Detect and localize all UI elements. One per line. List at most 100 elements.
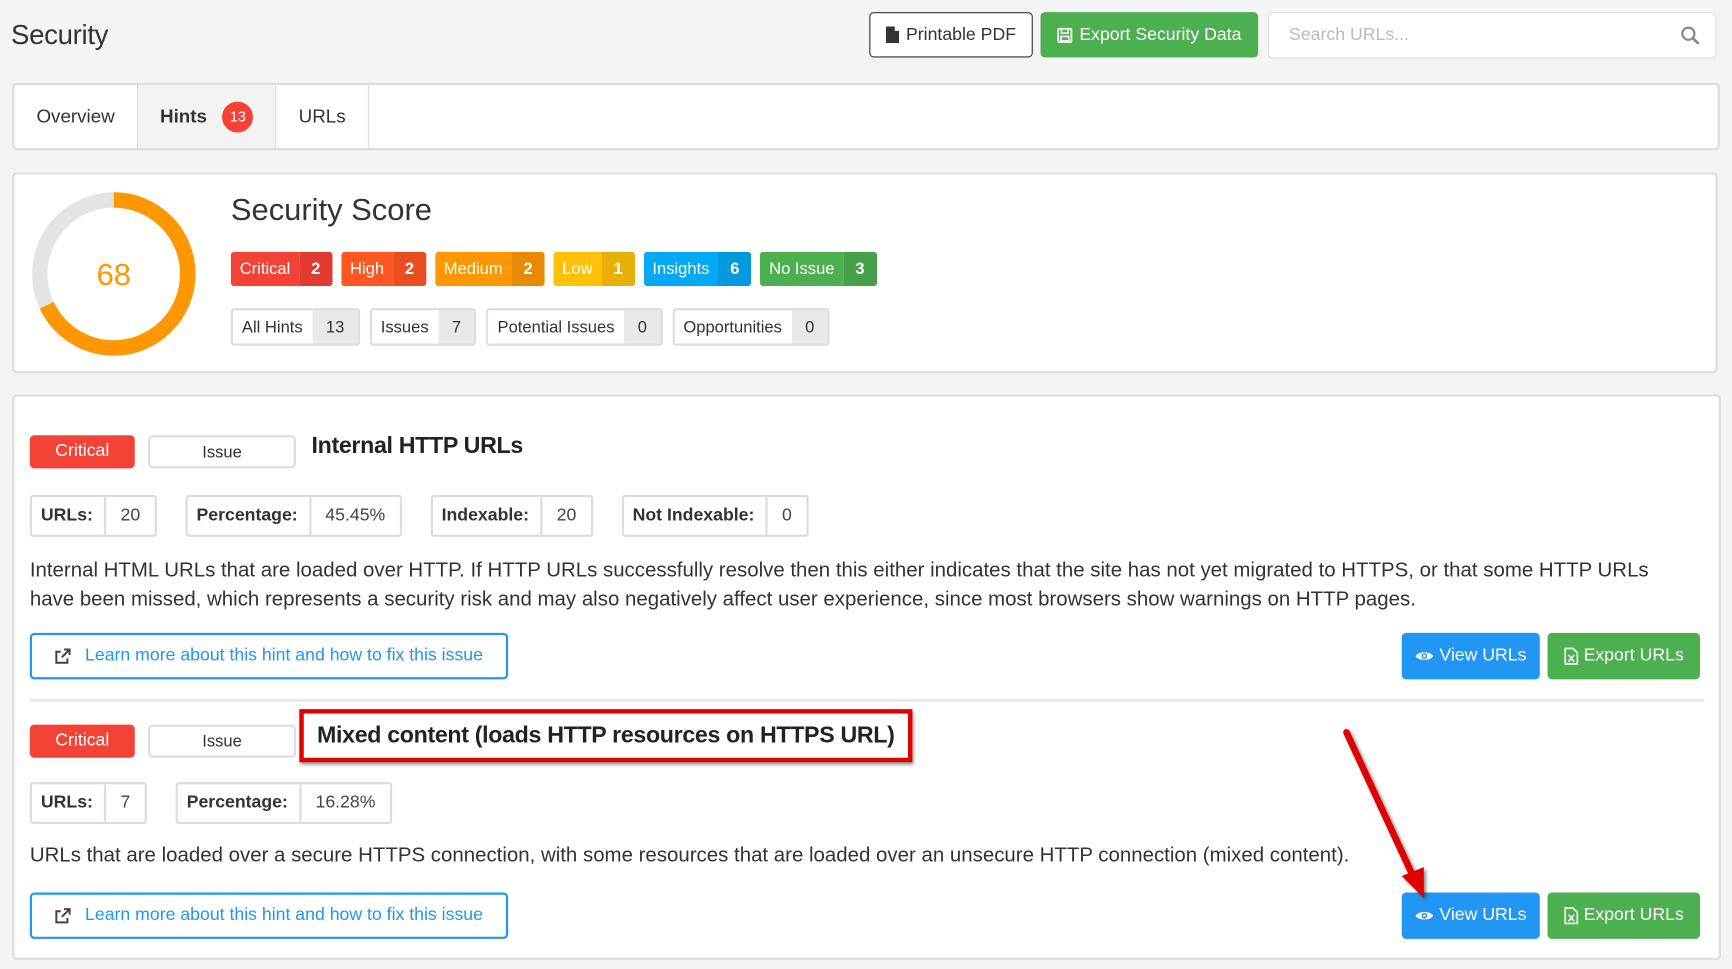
stat-percentage: Percentage: 45.45% — [185, 494, 402, 537]
count-label: All Hints — [233, 310, 313, 344]
stat-value: 16.28% — [315, 793, 376, 812]
stat-key: Not Indexable: — [624, 497, 768, 535]
hint-divider — [29, 699, 1705, 702]
hint-title: Internal HTTP URLs — [311, 433, 523, 459]
severity-label: High — [341, 251, 393, 287]
severity-count: 2 — [392, 251, 427, 287]
tab-hints-label: Hints — [160, 105, 207, 127]
file-icon — [886, 26, 900, 44]
eye-icon — [1415, 652, 1434, 660]
severity-label: Medium — [434, 251, 512, 287]
stat-key: Indexable: — [433, 497, 543, 535]
export-urls-button[interactable]: Export URLs — [1547, 632, 1700, 680]
severity-badge: Critical — [29, 435, 135, 469]
hints-count-badge: 13 — [222, 101, 254, 132]
export-urls-label: Export URLs — [1583, 905, 1684, 925]
search-box[interactable] — [1268, 12, 1717, 59]
hint-title-highlighted: Mixed content (loads HTTP resources on H… — [299, 709, 913, 763]
stat-key: Percentage: — [178, 784, 302, 822]
severity-label: No Issue — [760, 251, 844, 287]
learn-more-link[interactable]: Learn more about this hint and how to fi… — [29, 632, 509, 680]
severity-count: 2 — [299, 251, 333, 287]
stat-value: 20 — [120, 505, 141, 525]
security-score-card: 68 Security Score Critical 2 High 2 Medium 2 L… — [12, 172, 1718, 374]
tab-urls-label: URLs — [298, 105, 346, 127]
export-security-data-label: Export Security Data — [1079, 24, 1242, 44]
view-urls-label: View URLs — [1439, 905, 1527, 925]
hints-list: Critical Issue Internal HTTP URLs URLs: 2… — [12, 394, 1721, 960]
count-filter-potential-issues[interactable]: Potential Issues 0 — [486, 308, 663, 346]
count-label: Potential Issues — [488, 310, 625, 344]
learn-more-label: Learn more about this hint and how to fi… — [85, 905, 483, 925]
eye-icon — [1415, 911, 1434, 920]
view-urls-button[interactable]: View URLs — [1401, 892, 1540, 939]
tab-overview-label: Overview — [36, 105, 115, 127]
tab-bar: Overview Hints 13 URLs — [12, 82, 1720, 151]
export-security-data-button[interactable]: Export Security Data — [1040, 12, 1259, 58]
file-excel-icon — [1563, 647, 1578, 665]
stat-value: 7 — [120, 793, 131, 812]
severity-filter-insights[interactable]: Insights 6 — [643, 251, 752, 287]
count-value: 13 — [312, 310, 358, 344]
stat-not-indexable: Not Indexable: 0 — [621, 494, 809, 537]
stat-key: URLs: — [32, 784, 107, 822]
tab-hints[interactable]: Hints 13 — [137, 85, 277, 149]
count-filter-all-hints[interactable]: All Hints 13 — [230, 308, 360, 346]
printable-pdf-label: Printable PDF — [905, 24, 1017, 44]
export-urls-button[interactable]: Export URLs — [1547, 892, 1700, 939]
security-page: Security Printable PDF Export Security D… — [0, 0, 1732, 969]
stat-value: 0 — [781, 505, 792, 525]
hint-count-filters: All Hints 13 Issues 7 Potential Issues 0 Oppor… — [230, 308, 830, 346]
view-urls-button[interactable]: View URLs — [1401, 632, 1540, 680]
severity-filter-critical[interactable]: Critical 2 — [230, 251, 333, 287]
stat-urls: URLs: 20 — [29, 494, 157, 537]
severity-count: 3 — [843, 251, 877, 287]
severity-count: 2 — [511, 251, 545, 287]
hint-description: Internal HTML URLs that are loaded over … — [29, 557, 1649, 610]
stat-percentage: Percentage: 16.28% — [175, 782, 392, 825]
hint-description: URLs that are loaded over a secure HTTPS… — [29, 842, 1350, 867]
severity-label: Insights — [643, 251, 719, 287]
export-urls-label: Export URLs — [1583, 646, 1684, 665]
count-label: Opportunities — [674, 310, 792, 344]
stat-value: 20 — [556, 505, 577, 525]
severity-label: Low — [553, 251, 602, 287]
severity-badge: Critical — [29, 724, 135, 758]
count-filter-issues[interactable]: Issues 7 — [369, 308, 477, 346]
stat-key: Percentage: — [188, 497, 311, 535]
hint-stats: URLs: 20 Percentage: 45.45% Indexable: 20 N… — [29, 494, 837, 537]
search-input[interactable] — [1286, 24, 1667, 47]
hint-type-badge: Issue — [148, 435, 297, 469]
score-gauge: 68 — [32, 192, 196, 356]
count-value: 0 — [624, 310, 661, 344]
severity-label: Critical — [230, 251, 300, 287]
hint-stats: URLs: 7 Percentage: 16.28% — [29, 782, 421, 825]
learn-more-label: Learn more about this hint and how to fi… — [85, 646, 483, 665]
severity-filter-medium[interactable]: Medium 2 — [434, 251, 545, 287]
severity-count: 6 — [718, 251, 752, 287]
count-value: 7 — [438, 310, 475, 344]
learn-more-link[interactable]: Learn more about this hint and how to fi… — [29, 892, 509, 939]
severity-filter-low[interactable]: Low 1 — [553, 251, 635, 287]
external-link-icon — [55, 648, 71, 664]
stat-indexable: Indexable: 20 — [430, 494, 593, 537]
page-title: Security — [11, 19, 109, 51]
file-excel-icon — [1563, 907, 1578, 925]
search-icon[interactable] — [1680, 25, 1700, 45]
count-value: 0 — [791, 310, 828, 344]
severity-count: 1 — [601, 251, 635, 287]
view-urls-label: View URLs — [1439, 646, 1527, 665]
severity-filter-high[interactable]: High 2 — [341, 251, 427, 287]
tab-urls[interactable]: URLs — [277, 85, 369, 149]
stat-urls: URLs: 7 — [29, 782, 147, 825]
count-filter-opportunities[interactable]: Opportunities 0 — [672, 308, 830, 346]
count-label: Issues — [371, 310, 439, 344]
severity-filter-no-issue[interactable]: No Issue 3 — [760, 251, 877, 287]
stat-value: 45.45% — [325, 505, 386, 525]
external-link-icon — [55, 908, 71, 924]
score-value: 68 — [97, 257, 131, 292]
printable-pdf-button[interactable]: Printable PDF — [869, 12, 1033, 58]
hint-type-badge: Issue — [148, 724, 297, 758]
tab-overview[interactable]: Overview — [14, 85, 138, 149]
save-icon — [1057, 27, 1073, 43]
